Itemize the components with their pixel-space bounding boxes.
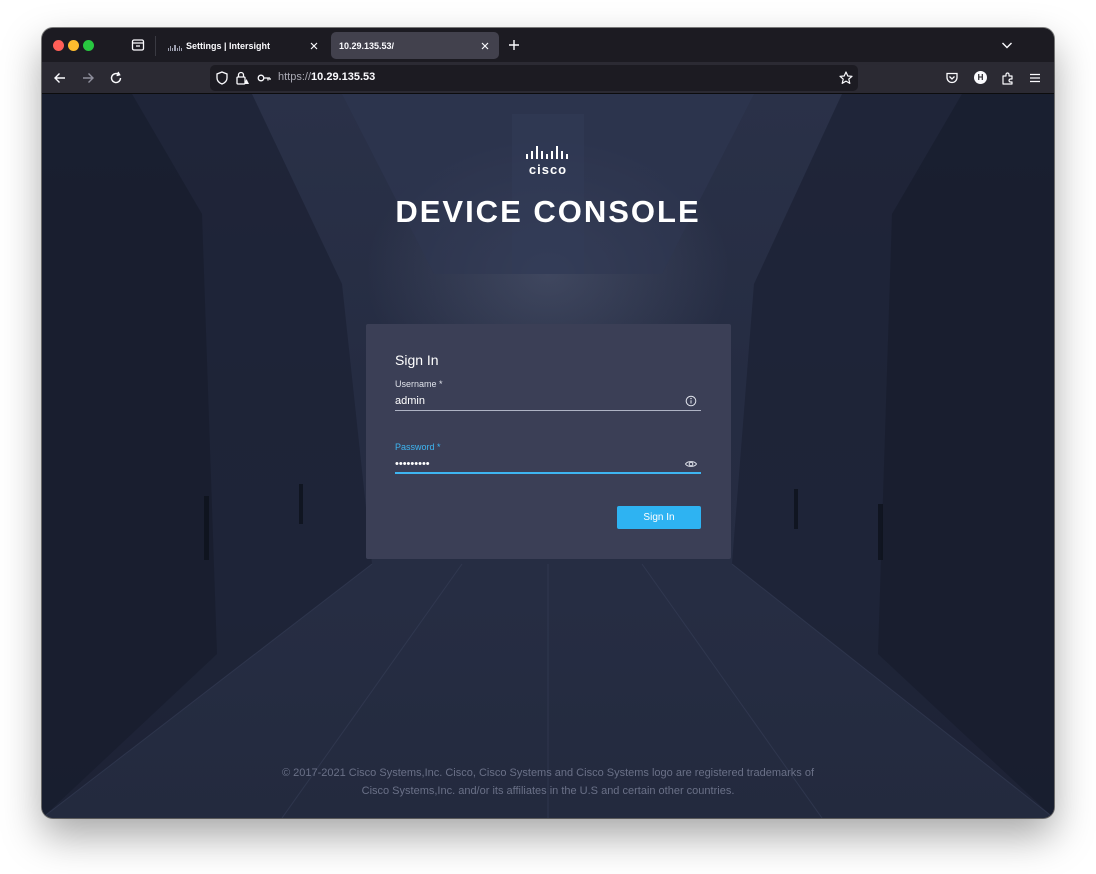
navigation-toolbar: https://10.29.135.53 H [42, 62, 1054, 94]
browser-window: Settings | Intersight 10.29.135.53/ http… [42, 28, 1054, 818]
lock-warning-icon[interactable] [234, 70, 250, 86]
back-arrow-icon[interactable] [52, 70, 68, 86]
puzzle-icon[interactable] [1000, 70, 1016, 86]
tab-list-icon[interactable] [130, 37, 146, 53]
signin-heading: Sign In [395, 352, 439, 368]
tab-title: Settings | Intersight [186, 40, 271, 51]
tab-device-console[interactable]: 10.29.135.53/ [331, 32, 499, 59]
username-underline [395, 410, 701, 411]
forward-arrow-icon[interactable] [80, 70, 96, 86]
url-host: 10.29.135.53 [311, 71, 376, 83]
cisco-favicon-icon [168, 41, 182, 51]
tab-strip: Settings | Intersight 10.29.135.53/ [42, 28, 1054, 62]
hamburger-menu-icon[interactable] [1027, 70, 1043, 86]
username-label: Username * [395, 379, 443, 389]
password-input[interactable] [395, 454, 701, 474]
key-icon[interactable] [256, 70, 272, 86]
plus-icon[interactable] [506, 37, 522, 53]
pocket-icon[interactable] [944, 70, 960, 86]
password-underline [395, 472, 701, 474]
star-icon[interactable] [838, 70, 854, 86]
info-icon[interactable] [684, 394, 698, 408]
sign-in-button[interactable]: Sign In [617, 506, 701, 529]
copyright-footer: © 2017-2021 Cisco Systems,Inc. Cisco, Ci… [42, 764, 1054, 800]
chevron-down-icon[interactable] [1000, 38, 1014, 52]
signin-card: Sign In Username * Password * Sign In [366, 324, 731, 559]
zoom-window-button[interactable] [83, 40, 94, 51]
tab-separator [155, 36, 156, 56]
copyright-line-2: Cisco Systems,Inc. and/or its affiliates… [361, 785, 735, 797]
shield-icon[interactable] [214, 70, 230, 86]
page-title: DEVICE CONSOLE [395, 194, 701, 229]
tab-settings-intersight[interactable]: Settings | Intersight [160, 32, 328, 59]
page-content: cisco DEVICE CONSOLE Sign In Username * … [42, 94, 1054, 818]
url-text[interactable]: https://10.29.135.53 [278, 71, 375, 83]
close-window-button[interactable] [53, 40, 64, 51]
reload-icon[interactable] [108, 70, 124, 86]
profile-avatar[interactable]: H [974, 71, 987, 84]
close-icon[interactable] [479, 40, 491, 52]
url-scheme: https:// [278, 71, 312, 83]
password-label: Password * [395, 442, 441, 452]
username-input[interactable] [395, 391, 701, 411]
copyright-line-1: © 2017-2021 Cisco Systems,Inc. Cisco, Ci… [281, 767, 815, 779]
close-icon[interactable] [308, 40, 320, 52]
cisco-wordmark: cisco [528, 162, 568, 177]
address-bar[interactable]: https://10.29.135.53 [210, 65, 858, 91]
tab-title: 10.29.135.53/ [339, 40, 395, 51]
minimize-window-button[interactable] [68, 40, 79, 51]
eye-icon[interactable] [684, 457, 698, 471]
